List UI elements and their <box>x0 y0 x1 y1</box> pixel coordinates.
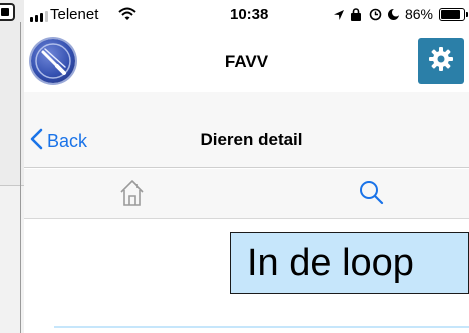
settings-button[interactable] <box>418 38 464 84</box>
search-icon <box>358 181 384 211</box>
status-icons: 86% <box>333 6 468 22</box>
clock: 10:38 <box>230 6 269 23</box>
battery-icon <box>439 7 468 21</box>
navigation-bar: Back Dieren detail <box>24 92 469 168</box>
app-header: FAVV <box>24 30 469 92</box>
next-section-edge <box>54 326 469 328</box>
alarm-icon <box>369 8 382 21</box>
location-icon <box>333 8 345 20</box>
tab-bar <box>24 169 469 219</box>
status-badge: In de loop <box>230 232 469 294</box>
battery-percent: 86% <box>404 6 433 22</box>
moon-icon <box>387 8 400 20</box>
signal-icon <box>30 11 48 22</box>
background-window <box>0 0 24 333</box>
wifi-icon <box>118 7 136 25</box>
lock-icon <box>350 8 363 21</box>
home-icon <box>119 180 145 211</box>
carrier-name: Telenet <box>50 6 99 23</box>
tab-search[interactable] <box>358 179 384 212</box>
background-tab-icon <box>0 3 15 21</box>
gear-icon <box>428 46 454 77</box>
status-bar: Telenet 10:38 86% <box>24 0 469 30</box>
background-divider <box>20 22 21 333</box>
app-title: FAVV <box>224 52 269 71</box>
phone-screen: Telenet 10:38 86% FAVV Back Dieren detai… <box>24 0 469 333</box>
page-title: Dieren detail <box>200 130 303 149</box>
tab-home[interactable] <box>119 179 145 212</box>
